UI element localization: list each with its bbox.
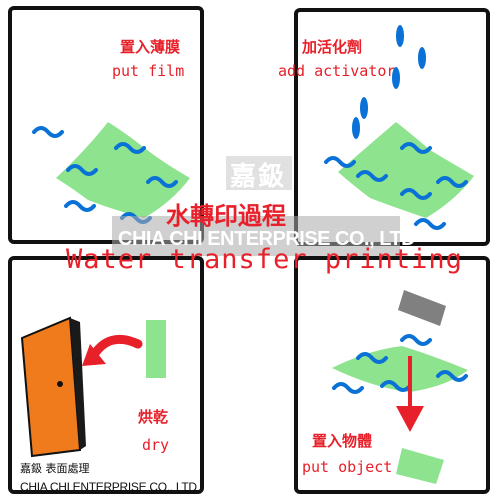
activator-drop [392, 67, 400, 89]
panel-put-object: 置入物體 put object [294, 256, 490, 494]
water-wave [400, 334, 432, 346]
watermark-zh: 嘉鈒 [230, 162, 287, 192]
panel-add-activator: 加活化劑 add activator [278, 8, 490, 246]
title-en: Water transfer printing [66, 244, 463, 275]
footer-en: CHIA CHI ENTERPRISE CO., LTD [20, 480, 197, 494]
water-wave [32, 126, 64, 138]
door-knob [57, 381, 63, 387]
title-zh: 水轉印過程 [166, 201, 286, 230]
put-object-illustration [332, 290, 468, 484]
activator-drop [418, 47, 426, 69]
film-sheet [332, 346, 468, 392]
activator-drops [352, 25, 426, 139]
water-wave [414, 218, 446, 230]
down-arrow-head [396, 406, 424, 432]
add-activator-illustration [324, 25, 474, 230]
door-panel [20, 316, 82, 458]
activator-drop [352, 117, 360, 139]
printed-object [396, 448, 444, 484]
grey-object [398, 290, 446, 326]
dried-film [146, 320, 166, 378]
water-wave [64, 200, 96, 212]
panel-dry: 烘乾 dry 嘉鈒 表面處理 CHIA CHI ENTERPRISE CO., … [8, 256, 204, 494]
footer-zh: 嘉鈒 表面處理 [20, 462, 90, 475]
activator-drop [360, 97, 368, 119]
activator-drop [396, 25, 404, 47]
water-wave [332, 382, 364, 394]
